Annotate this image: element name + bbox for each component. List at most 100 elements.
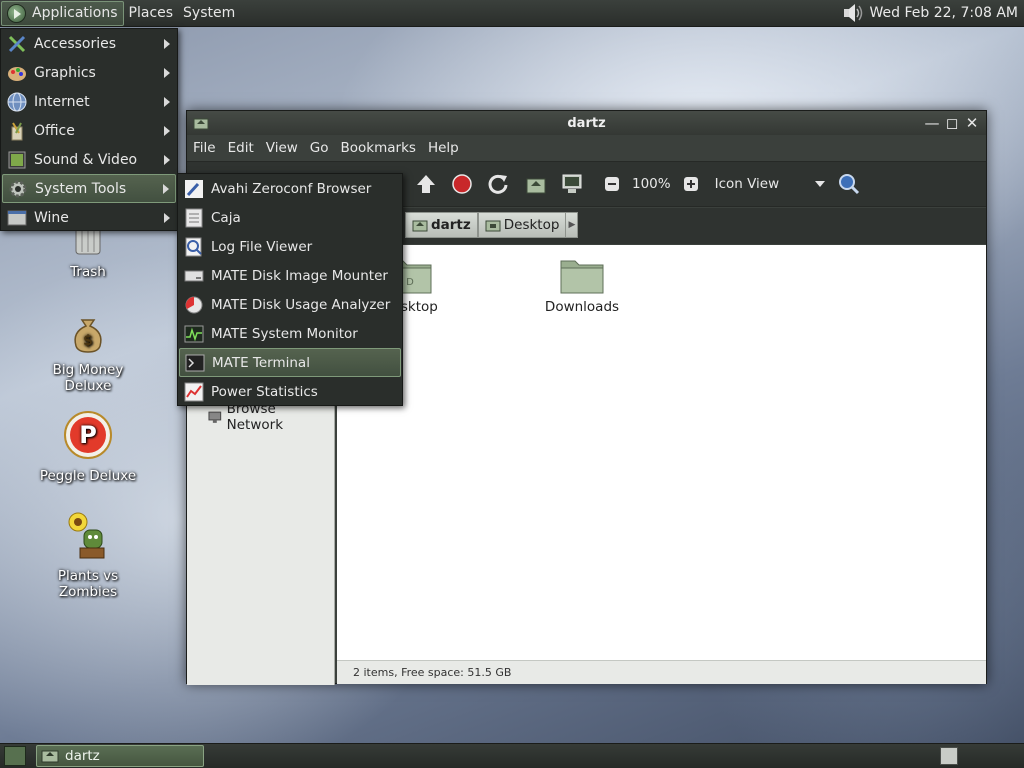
places-menu-button[interactable]: Places bbox=[124, 1, 179, 26]
avahi-icon bbox=[183, 178, 205, 200]
submenu-arrow-icon bbox=[164, 38, 170, 49]
zoom-in-button[interactable] bbox=[677, 170, 705, 198]
menu-item-wine[interactable]: Wine bbox=[2, 203, 176, 232]
multimedia-icon bbox=[6, 149, 28, 171]
up-button[interactable] bbox=[412, 170, 440, 198]
submenu-arrow-icon bbox=[164, 154, 170, 165]
menu-item-label: MATE Terminal bbox=[212, 354, 310, 371]
view-mode-value: Icon View bbox=[714, 176, 780, 192]
breadcrumb-desktop[interactable]: Desktop bbox=[477, 212, 567, 238]
reload-icon bbox=[488, 174, 508, 194]
menu-item-label: Sound & Video bbox=[34, 151, 138, 168]
menu-item-log-file-viewer[interactable]: Log File Viewer bbox=[179, 232, 401, 261]
menu-help[interactable]: Help bbox=[422, 140, 465, 156]
sunflower-icon bbox=[68, 512, 105, 559]
search-button[interactable] bbox=[835, 170, 863, 198]
status-text: 2 items, Free space: 51.5 GB bbox=[353, 666, 512, 679]
window-titlebar[interactable]: dartz — ◻ ✕ bbox=[187, 111, 986, 135]
applications-menu-button[interactable]: Applications bbox=[1, 0, 124, 26]
file-item-downloads[interactable]: Downloads bbox=[527, 255, 637, 315]
top-panel: Applications Places System Wed Feb 22, 7… bbox=[0, 0, 1024, 27]
computer-button[interactable] bbox=[558, 170, 586, 198]
submenu-arrow-icon bbox=[164, 96, 170, 107]
up-arrow-icon bbox=[417, 175, 435, 193]
menu-item-label: Wine bbox=[34, 209, 69, 226]
workspace-switcher[interactable] bbox=[940, 747, 958, 765]
desktop-icon-peggle-deluxe[interactable]: P Peggle Deluxe bbox=[28, 410, 148, 484]
menu-item-avahi-zeroconf-browser[interactable]: Avahi Zeroconf Browser bbox=[179, 174, 401, 203]
zoom-level: 100% bbox=[632, 176, 671, 192]
close-button[interactable]: ✕ bbox=[964, 115, 980, 131]
panel-tray: Wed Feb 22, 7:08 AM bbox=[842, 3, 1024, 23]
menu-item-label: MATE Disk Image Mounter bbox=[211, 267, 388, 284]
zoom-in-icon bbox=[683, 177, 698, 191]
desktop-icon-big-money-deluxe[interactable]: $ Big Money Deluxe bbox=[28, 314, 148, 394]
desktop-icon-trash[interactable]: Trash bbox=[28, 225, 148, 280]
breadcrumb: dartz Desktop ▶ bbox=[405, 212, 579, 238]
computer-icon bbox=[562, 174, 582, 193]
log-viewer-icon bbox=[183, 236, 205, 258]
home-button[interactable] bbox=[522, 170, 550, 198]
menu-edit[interactable]: Edit bbox=[222, 140, 260, 156]
menu-item-graphics[interactable]: Graphics bbox=[2, 58, 176, 87]
menu-item-sound-video[interactable]: Sound & Video bbox=[2, 145, 176, 174]
menu-item-internet[interactable]: Internet bbox=[2, 87, 176, 116]
graphics-icon bbox=[6, 62, 28, 84]
reload-button[interactable] bbox=[484, 170, 512, 198]
view-mode-select[interactable]: Icon View bbox=[715, 176, 825, 192]
system-label: System bbox=[183, 5, 236, 21]
file-manager-icon bbox=[183, 207, 205, 229]
submenu-arrow-icon bbox=[164, 67, 170, 78]
maximize-button[interactable]: ◻ bbox=[944, 115, 960, 131]
svg-text:D: D bbox=[406, 277, 414, 288]
breadcrumb-scroll-right[interactable]: ▶ bbox=[566, 212, 579, 238]
menu-item-mate-system-monitor[interactable]: MATE System Monitor bbox=[179, 319, 401, 348]
svg-text:$: $ bbox=[83, 333, 93, 349]
chevron-down-icon bbox=[814, 181, 825, 187]
menu-item-power-statistics[interactable]: Power Statistics bbox=[179, 377, 401, 406]
menu-bookmarks[interactable]: Bookmarks bbox=[335, 140, 422, 156]
desktop-icon-plants-vs-zombies[interactable]: Plants vs Zombies bbox=[28, 510, 148, 600]
search-icon bbox=[838, 174, 859, 195]
menu-view[interactable]: View bbox=[260, 140, 304, 156]
menu-item-system-tools[interactable]: System Tools bbox=[2, 174, 176, 203]
folder-icon bbox=[560, 260, 604, 294]
breadcrumb-dartz[interactable]: dartz bbox=[405, 212, 478, 238]
volume-icon[interactable] bbox=[842, 3, 864, 23]
window-title: dartz bbox=[567, 115, 606, 131]
disk-usage-icon bbox=[183, 294, 205, 316]
submenu-arrow-icon bbox=[163, 183, 169, 194]
submenu-arrow-icon bbox=[164, 125, 170, 136]
places-label: Places bbox=[128, 5, 174, 21]
clock[interactable]: Wed Feb 22, 7:08 AM bbox=[870, 5, 1018, 21]
zoom-out-icon bbox=[605, 177, 619, 191]
menu-item-mate-terminal[interactable]: MATE Terminal bbox=[179, 348, 401, 377]
applications-label: Applications bbox=[32, 5, 118, 21]
zoom-out-button[interactable] bbox=[598, 170, 626, 198]
menu-item-office[interactable]: Office bbox=[2, 116, 176, 145]
stop-button[interactable] bbox=[448, 170, 476, 198]
menu-item-accessories[interactable]: Accessories bbox=[2, 29, 176, 58]
menu-item-label: Accessories bbox=[34, 35, 117, 52]
menu-go[interactable]: Go bbox=[304, 140, 335, 156]
menu-item-mate-disk-image-mounter[interactable]: MATE Disk Image Mounter bbox=[179, 261, 401, 290]
menu-item-mate-disk-usage-analyzer[interactable]: MATE Disk Usage Analyzer bbox=[179, 290, 401, 319]
menu-item-label: Log File Viewer bbox=[211, 238, 313, 255]
desktop-icon-label: Plants vs Zombies bbox=[57, 568, 119, 600]
home-folder-icon bbox=[412, 220, 428, 232]
menu-file[interactable]: File bbox=[187, 140, 222, 156]
system-menu-button[interactable]: System bbox=[178, 1, 240, 26]
taskbar-button-dartz[interactable]: dartz bbox=[36, 745, 204, 767]
network-icon bbox=[208, 411, 222, 423]
menu-item-label: MATE Disk Usage Analyzer bbox=[211, 296, 391, 313]
show-desktop-button[interactable] bbox=[4, 746, 26, 766]
window-menubar: File Edit View Go Bookmarks Help bbox=[187, 135, 986, 160]
menu-item-label: Office bbox=[34, 122, 75, 139]
menu-item-label: Avahi Zeroconf Browser bbox=[211, 180, 372, 197]
disk-drive-icon bbox=[183, 265, 205, 287]
desktop-icon-label: Trash bbox=[70, 264, 106, 280]
power-statistics-icon bbox=[183, 381, 205, 403]
menu-item-caja[interactable]: Caja bbox=[179, 203, 401, 232]
money-bag-icon: $ bbox=[74, 319, 102, 353]
minimize-button[interactable]: — bbox=[924, 115, 940, 131]
